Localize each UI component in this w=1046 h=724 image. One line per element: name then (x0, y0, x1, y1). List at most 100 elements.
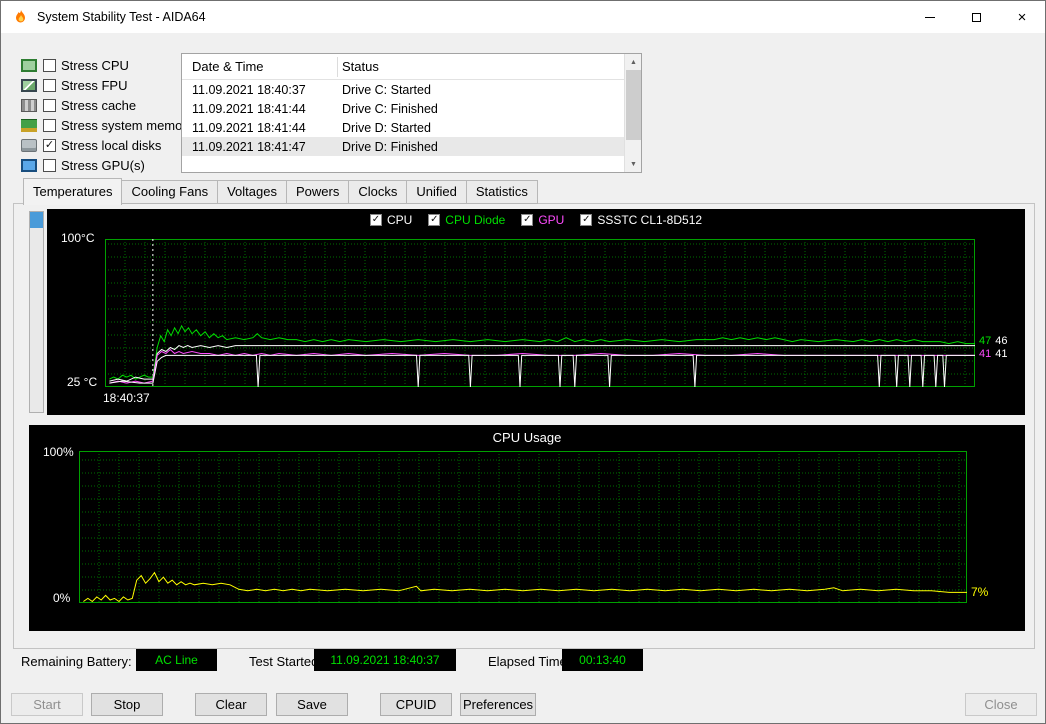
window-title: System Stability Test - AIDA64 (37, 10, 206, 24)
temperature-plot (105, 239, 975, 387)
chart-scale-slider[interactable] (29, 211, 44, 413)
gpu-icon (21, 158, 37, 172)
stress-disks-label: Stress local disks (61, 137, 162, 153)
stress-cache-checkbox[interactable] (43, 98, 56, 112)
log-status: Drive C: Finished (342, 102, 438, 116)
stress-disks-checkbox[interactable]: ✓ (43, 138, 56, 152)
log-scrollbar[interactable]: ▲ ▼ (624, 54, 641, 172)
checkbox-icon[interactable]: ✓ (580, 214, 593, 226)
stress-option-gpu[interactable]: Stress GPU(s) (21, 155, 193, 175)
fpu-icon (21, 78, 37, 92)
remaining-battery-value: AC Line (136, 649, 217, 671)
close-window-button[interactable]: × (999, 1, 1045, 33)
legend-ssstc-cl1-8d512[interactable]: ✓ SSSTC CL1-8D512 (580, 213, 702, 227)
legend-label: SSSTC CL1-8D512 (597, 213, 703, 227)
tab-cooling-fans[interactable]: Cooling Fans (122, 180, 219, 204)
stress-option-memory[interactable]: Stress system memory (21, 115, 193, 135)
usage-current-value: 7% (971, 585, 989, 599)
legend-label: GPU (538, 213, 565, 227)
save-button[interactable]: Save (276, 693, 348, 716)
titlebar: System Stability Test - AIDA64 × (1, 1, 1045, 33)
log-datetime: 11.09.2021 18:41:44 (192, 121, 306, 135)
temp-current-values: 47 46 41 41 (979, 335, 1012, 361)
log-rows: 11.09.2021 18:40:37 Drive C: Started 11.09… (182, 80, 624, 172)
log-row[interactable]: 11.09.2021 18:41:47 Drive D: Finished (182, 137, 624, 156)
cpu-usage-title: CPU Usage (492, 430, 562, 445)
close-button[interactable]: Close (965, 693, 1037, 716)
cpu-icon (21, 58, 37, 72)
minimize-icon (925, 16, 935, 18)
temperature-legend: ✓ CPU ✓ CPU Diode ✓ GPU ✓ SSSTC CL1-8D512 (47, 213, 1025, 227)
start-button[interactable]: Start (11, 693, 83, 716)
system-stability-test-window: System Stability Test - AIDA64 × Stress … (0, 0, 1046, 724)
stress-options: Stress CPU Stress FPU Stress cache Stress s… (21, 55, 193, 175)
aida64-flame-icon (16, 10, 25, 23)
scroll-down-icon[interactable]: ▼ (625, 156, 642, 172)
log-row[interactable]: 11.09.2021 18:41:44 Drive C: Finished (182, 99, 624, 118)
stress-option-cpu[interactable]: Stress CPU (21, 55, 193, 75)
close-icon: × (1017, 8, 1027, 26)
scrollbar-thumb[interactable] (626, 70, 641, 140)
maximize-button[interactable] (953, 1, 999, 33)
tab-voltages[interactable]: Voltages (218, 180, 287, 204)
stress-cache-label: Stress cache (61, 97, 137, 113)
usage-y-min-label: 0% (53, 591, 71, 605)
clear-button[interactable]: Clear (195, 693, 267, 716)
log-table: Date & Time Status 11.09.2021 18:40:37 Dr… (181, 53, 642, 173)
scroll-up-icon[interactable]: ▲ (625, 54, 642, 70)
memory-icon (21, 118, 37, 132)
stress-gpu-label: Stress GPU(s) (61, 157, 145, 173)
temp-value-label: 46 (995, 335, 1008, 347)
temp-x-start-label: 18:40:37 (103, 391, 150, 405)
column-divider (337, 57, 338, 77)
stress-fpu-label: Stress FPU (61, 77, 128, 93)
slider-thumb[interactable] (30, 212, 43, 228)
tab-powers[interactable]: Powers (286, 180, 350, 204)
legend-label: CPU (386, 213, 413, 227)
log-row[interactable]: 11.09.2021 18:41:44 Drive D: Started (182, 118, 624, 137)
elapsed-time-value: 00:13:40 (562, 649, 643, 671)
cpuid-button[interactable]: CPUID (380, 693, 452, 716)
stress-memory-checkbox[interactable] (43, 118, 56, 132)
test-started-label: Test Started: (249, 654, 322, 669)
stress-gpu-checkbox[interactable] (43, 158, 56, 172)
legend-cpu[interactable]: ✓ CPU (369, 213, 413, 227)
minimize-button[interactable] (907, 1, 953, 33)
tab-strip: Temperatures Cooling Fans Voltages Powers Cl… (23, 178, 538, 205)
log-status: Drive D: Finished (342, 140, 438, 154)
checkbox-icon[interactable]: ✓ (428, 214, 441, 226)
log-status: Drive D: Started (342, 121, 431, 135)
checkbox-icon[interactable]: ✓ (521, 214, 534, 226)
cpu-usage-plot (79, 451, 967, 603)
stress-cpu-checkbox[interactable] (43, 58, 56, 72)
tab-clocks[interactable]: Clocks (349, 180, 408, 204)
stress-option-disks[interactable]: ✓ Stress local disks (21, 135, 193, 155)
legend-cpu-diode[interactable]: ✓ CPU Diode (428, 213, 505, 227)
temp-y-min-label: 25 °C (67, 375, 98, 389)
stress-option-cache[interactable]: Stress cache (21, 95, 193, 115)
cache-icon (21, 98, 37, 112)
cpu-usage-chart: CPU Usage 100% 0% 7% (29, 425, 1025, 631)
temperature-chart: ✓ CPU ✓ CPU Diode ✓ GPU ✓ SSSTC CL1-8D512 100°C… (47, 209, 1025, 415)
column-header-status[interactable]: Status (342, 59, 379, 74)
stress-option-fpu[interactable]: Stress FPU (21, 75, 193, 95)
checkbox-icon[interactable]: ✓ (369, 214, 382, 226)
remaining-battery-label: Remaining Battery: (21, 654, 132, 669)
disks-icon (21, 138, 37, 152)
column-header-datetime[interactable]: Date & Time (192, 59, 264, 74)
tab-unified[interactable]: Unified (407, 180, 467, 204)
tab-statistics[interactable]: Statistics (466, 180, 538, 204)
legend-gpu[interactable]: ✓ GPU (521, 213, 564, 227)
log-datetime: 11.09.2021 18:41:47 (192, 140, 306, 154)
tab-temperatures[interactable]: Temperatures (23, 178, 123, 205)
temp-value-label: 41 (979, 348, 992, 360)
stress-cpu-label: Stress CPU (61, 57, 129, 73)
log-datetime: 11.09.2021 18:40:37 (192, 83, 306, 97)
stop-button[interactable]: Stop (91, 693, 163, 716)
stress-fpu-checkbox[interactable] (43, 78, 56, 92)
log-table-header: Date & Time Status (182, 54, 641, 80)
test-started-value: 11.09.2021 18:40:37 (314, 649, 456, 671)
temp-y-max-label: 100°C (61, 231, 95, 245)
preferences-button[interactable]: Preferences (460, 693, 536, 716)
log-row[interactable]: 11.09.2021 18:40:37 Drive C: Started (182, 80, 624, 99)
